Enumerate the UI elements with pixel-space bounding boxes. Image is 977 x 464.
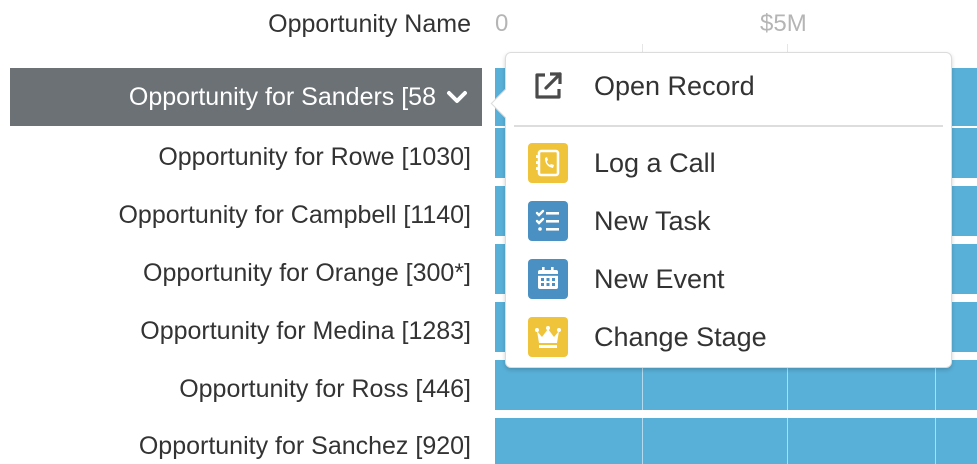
- x-tick-0: 0: [495, 10, 509, 37]
- menu-item-log-a-call[interactable]: Log a Call: [528, 138, 941, 188]
- chevron-down-icon[interactable]: [446, 89, 468, 105]
- row-label[interactable]: Opportunity for Medina [1283]: [0, 317, 471, 346]
- row-label[interactable]: Opportunity for Campbell [1140]: [0, 201, 471, 230]
- bar[interactable]: [495, 418, 977, 464]
- axis-title: Opportunity Name: [268, 10, 471, 38]
- menu-item-new-event[interactable]: New Event: [528, 254, 941, 304]
- row-label[interactable]: Opportunity for Ross [446]: [0, 375, 471, 404]
- new-task-icon: [528, 201, 568, 241]
- external-link-icon: [528, 66, 568, 106]
- row-label[interactable]: Opportunity for Sanchez [920]: [0, 432, 471, 461]
- menu-item-label: Log a Call: [594, 147, 716, 178]
- menu-item-label: New Task: [594, 205, 711, 236]
- menu-item-label: Change Stage: [594, 321, 767, 352]
- new-event-icon: [528, 259, 568, 299]
- row-label[interactable]: Opportunity for Rowe [1030]: [0, 143, 471, 172]
- row-actions-menu: Open Record Log a Call New Task New Even…: [490, 52, 952, 368]
- menu-item-new-task[interactable]: New Task: [528, 196, 941, 246]
- menu-item-label: New Event: [594, 263, 725, 294]
- menu-divider: [514, 125, 943, 127]
- menu-item-label: Open Record: [594, 70, 755, 101]
- row-label-selected[interactable]: Opportunity for Sanders [58: [10, 68, 482, 126]
- menu-item-change-stage[interactable]: Change Stage: [528, 312, 941, 362]
- crown-icon: [528, 317, 568, 357]
- log-call-icon: [528, 143, 568, 183]
- row-label-text: Opportunity for Sanders [58: [128, 82, 436, 111]
- x-tick-5m: $5M: [760, 10, 807, 37]
- menu-item-open-record[interactable]: Open Record: [528, 61, 941, 111]
- row-label[interactable]: Opportunity for Orange [300*]: [0, 259, 471, 288]
